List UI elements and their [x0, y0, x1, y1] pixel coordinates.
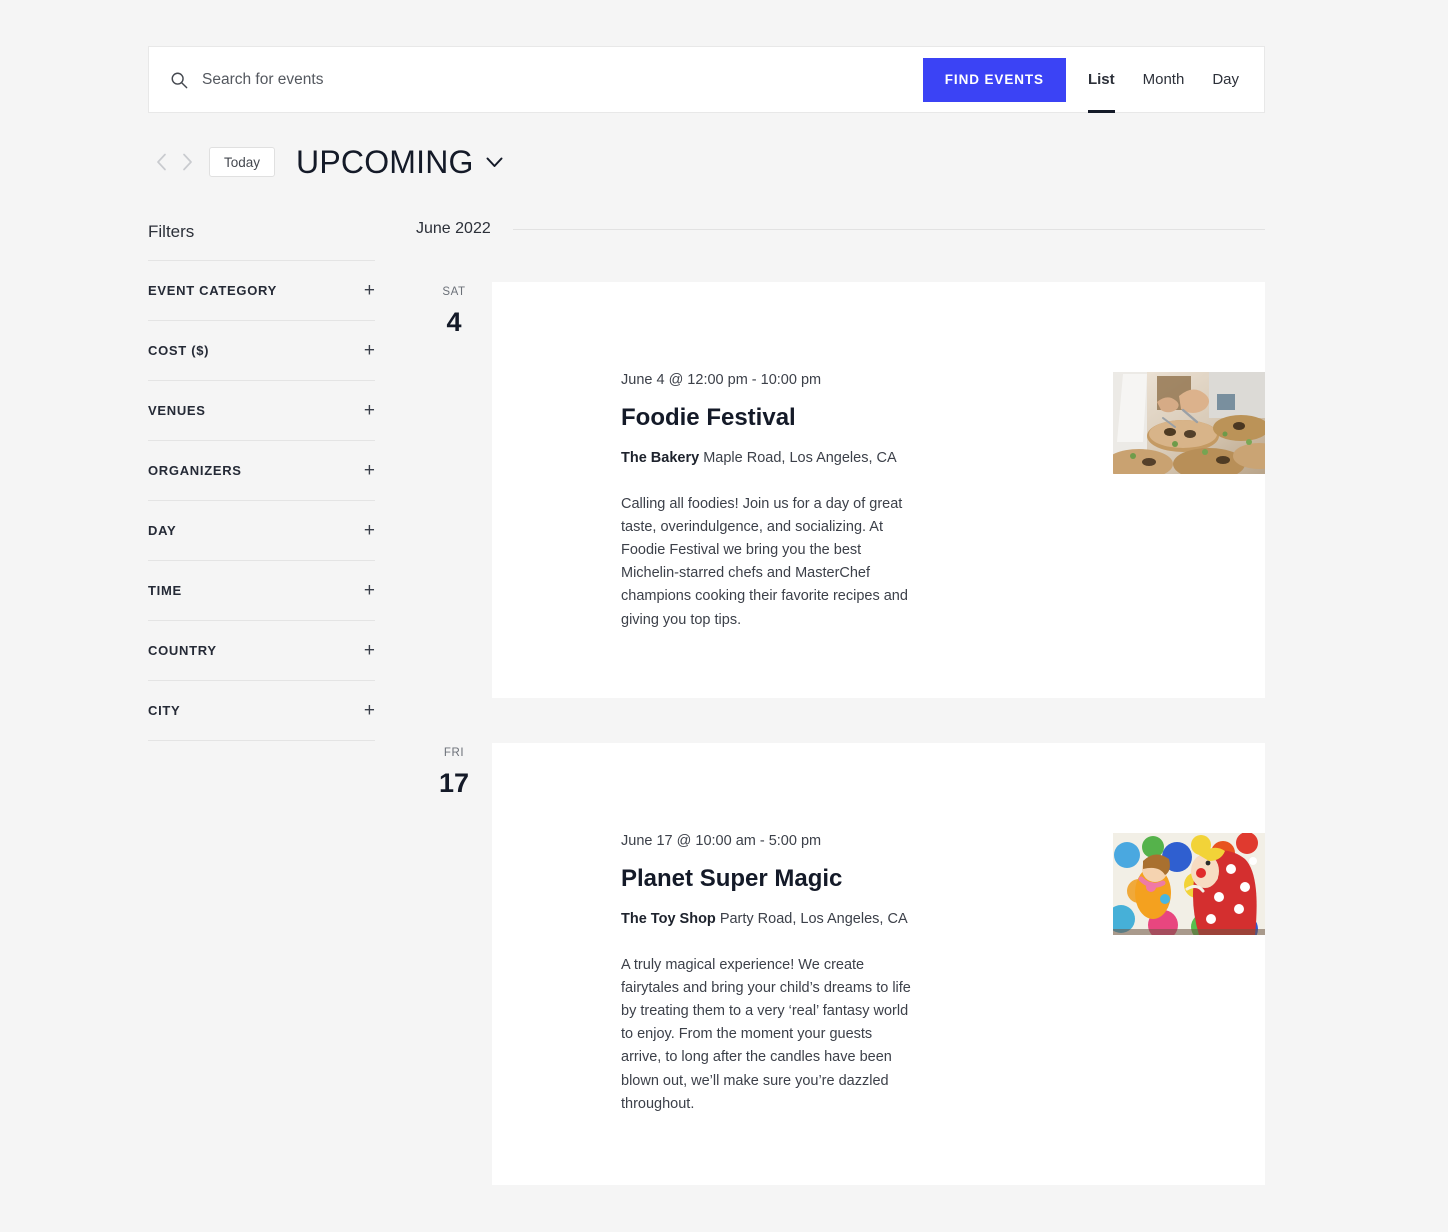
search-input[interactable] [202, 70, 923, 89]
filter-label: COST ($) [148, 343, 210, 358]
plus-icon: + [363, 400, 375, 421]
filter-venues[interactable]: VENUES + [148, 381, 375, 441]
event-card-body: June 4 @ 12:00 pm - 10:00 pm Foodie Fest… [492, 282, 1068, 632]
filter-time[interactable]: TIME + [148, 561, 375, 621]
events-list: June 2022 SAT 4 June 4 @ 12:00 pm - 10:0… [416, 218, 1265, 1185]
list-item: SAT 4 June 4 @ 12:00 pm - 10:00 pm Foodi… [416, 282, 1265, 698]
next-events-button[interactable] [174, 145, 200, 179]
filter-label: DAY [148, 523, 177, 538]
filters-sidebar: Filters EVENT CATEGORY + COST ($) + VENU… [148, 222, 375, 741]
filter-organizers[interactable]: ORGANIZERS + [148, 441, 375, 501]
tab-list[interactable]: List [1087, 47, 1115, 113]
plus-icon: + [363, 700, 375, 721]
event-venue: The Bakery Maple Road, Los Angeles, CA [621, 450, 1068, 466]
chevron-right-icon [182, 153, 192, 171]
event-venue: The Toy Shop Party Road, Los Angeles, CA [621, 911, 1068, 927]
plus-icon: + [363, 520, 375, 541]
filter-label: EVENT CATEGORY [148, 283, 277, 298]
filter-label: CITY [148, 703, 181, 718]
filter-day[interactable]: DAY + [148, 501, 375, 561]
venue-address: Party Road, Los Angeles, CA [719, 910, 908, 927]
filter-cost[interactable]: COST ($) + [148, 321, 375, 381]
search-field-wrap [149, 47, 923, 112]
filter-city[interactable]: CITY + [148, 681, 375, 741]
event-title[interactable]: Foodie Festival [621, 404, 1068, 432]
find-events-button[interactable]: FIND EVENTS [922, 57, 1066, 102]
venue-name: The Toy Shop [621, 910, 716, 927]
divider [512, 228, 1265, 230]
event-thumbnail-planet-super-magic[interactable] [1113, 833, 1265, 935]
plus-icon: + [363, 460, 375, 481]
event-description: Calling all foodies! Join us for a day o… [621, 495, 908, 628]
filters-title: Filters [148, 222, 375, 261]
month-separator: June 2022 [416, 218, 1265, 240]
month-label: June 2022 [416, 220, 491, 237]
tab-day[interactable]: Day [1212, 47, 1239, 112]
filter-label: TIME [148, 583, 182, 598]
date-range-selector[interactable]: UPCOMING [296, 146, 503, 178]
venue-name: The Bakery [621, 449, 700, 466]
event-title[interactable]: Planet Super Magic [621, 865, 1068, 893]
view-tabs: List Month Day [1087, 47, 1264, 113]
event-thumbnail-foodie-festival[interactable] [1113, 372, 1265, 474]
plus-icon: + [363, 340, 375, 361]
event-day-of-week: SAT [442, 286, 466, 298]
event-time: June 4 @ 12:00 pm - 10:00 pm [621, 372, 822, 388]
filter-country[interactable]: COUNTRY + [148, 621, 375, 681]
plus-icon: + [363, 280, 375, 301]
search-icon [170, 71, 188, 89]
filter-label: VENUES [148, 403, 206, 418]
filter-event-category[interactable]: EVENT CATEGORY + [148, 261, 375, 321]
chevron-down-icon [486, 157, 503, 167]
venue-address: Maple Road, Los Angeles, CA [703, 449, 897, 466]
event-date: FRI 17 [416, 743, 492, 797]
chevron-left-icon [156, 153, 166, 171]
events-search-bar: FIND EVENTS List Month Day [148, 46, 1265, 113]
event-time: June 17 @ 10:00 am - 5:00 pm [621, 833, 822, 849]
event-day-number: 17 [438, 767, 470, 798]
calendar-navigation: Today UPCOMING [148, 145, 503, 179]
list-item: FRI 17 June 17 @ 10:00 am - 5:00 pm Plan… [416, 743, 1265, 1185]
events-calendar-page: FIND EVENTS List Month Day Today UPCOMIN… [0, 0, 1448, 1232]
page-title: UPCOMING [296, 144, 474, 180]
event-date: SAT 4 [416, 282, 492, 336]
today-button[interactable]: Today [209, 147, 276, 177]
event-card[interactable]: June 4 @ 12:00 pm - 10:00 pm Foodie Fest… [492, 282, 1265, 698]
filter-label: ORGANIZERS [148, 463, 242, 478]
plus-icon: + [363, 580, 375, 601]
tab-month[interactable]: Month [1143, 47, 1185, 112]
event-card-body: June 17 @ 10:00 am - 5:00 pm Planet Supe… [492, 743, 1068, 1116]
filter-label: COUNTRY [148, 643, 217, 658]
previous-events-button[interactable] [148, 145, 174, 179]
event-day-number: 4 [446, 306, 462, 337]
plus-icon: + [363, 640, 375, 661]
event-day-of-week: FRI [443, 747, 465, 759]
event-description: A truly magical experience! We create fa… [621, 956, 911, 1112]
event-card[interactable]: June 17 @ 10:00 am - 5:00 pm Planet Supe… [492, 743, 1265, 1185]
